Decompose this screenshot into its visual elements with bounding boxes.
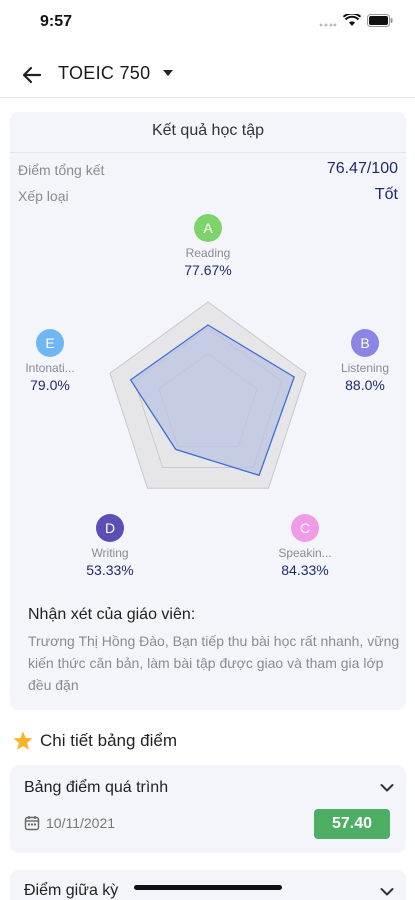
process-date: 10/11/2021 — [46, 815, 116, 831]
skill-badge: B — [351, 329, 379, 357]
skill-speaking: C Speakin... 84.33% — [250, 514, 360, 578]
skill-reading: A Reading 77.67% — [153, 214, 263, 278]
skill-percent: 53.33% — [86, 562, 134, 578]
skill-badge: D — [96, 514, 124, 542]
result-card: Kết quả học tập Điểm tổng kết 76.47/100 … — [10, 112, 406, 710]
skill-percent: 79.0% — [30, 377, 70, 393]
process-score-card[interactable]: Bảng điểm quá trình 10/11/2021 57.40 — [10, 765, 406, 853]
chevron-down-icon[interactable] — [380, 887, 394, 897]
process-score-badge: 57.40 — [314, 809, 390, 839]
skill-name: Listening — [340, 361, 390, 375]
skill-name: Speakin... — [278, 546, 332, 560]
skill-badge: A — [194, 214, 222, 242]
course-title[interactable]: TOEIC 750 — [58, 63, 150, 84]
teacher-comment-title: Nhận xét của giáo viên: — [28, 606, 196, 623]
status-time: 9:57 — [40, 13, 73, 30]
skill-listening: B Listening 88.0% — [310, 329, 415, 393]
skill-percent: 77.67% — [184, 262, 232, 278]
skill-percent: 88.0% — [345, 377, 385, 393]
status-bar: 9:57 — [0, 0, 415, 44]
process-score-title: Bảng điểm quá trình — [24, 779, 169, 796]
home-indicator — [134, 885, 282, 890]
score-details-header: Chi tiết bảng điểm — [12, 730, 177, 752]
nav-bar: TOEIC 750 — [0, 52, 415, 98]
skill-name: Intonati... — [25, 361, 75, 375]
process-date-row: 10/11/2021 — [24, 815, 115, 831]
star-icon — [13, 731, 33, 750]
skill-writing: D Writing 53.33% — [55, 514, 165, 578]
skill-percent: 84.33% — [281, 562, 329, 578]
score-details-title: Chi tiết bảng điểm — [40, 731, 178, 750]
midterm-score-title: Điểm giữa kỳ — [24, 882, 119, 899]
skill-name: Writing — [91, 546, 129, 560]
teacher-comment-text: Trương Thị Hồng Đào, Bạn tiếp thu bài họ… — [28, 633, 400, 693]
battery-icon — [367, 14, 393, 27]
chevron-down-icon[interactable] — [380, 783, 394, 793]
skill-intonation: E Intonati... 79.0% — [0, 329, 105, 393]
signal-icon — [319, 23, 337, 26]
skill-badge: C — [291, 514, 319, 542]
skill-name: Reading — [185, 246, 231, 260]
calendar-icon — [24, 816, 40, 831]
wifi-icon — [343, 14, 361, 26]
status-icons — [319, 14, 393, 27]
back-arrow-icon[interactable] — [20, 62, 46, 88]
skill-badge: E — [36, 329, 64, 357]
caret-down-icon[interactable] — [162, 69, 174, 77]
